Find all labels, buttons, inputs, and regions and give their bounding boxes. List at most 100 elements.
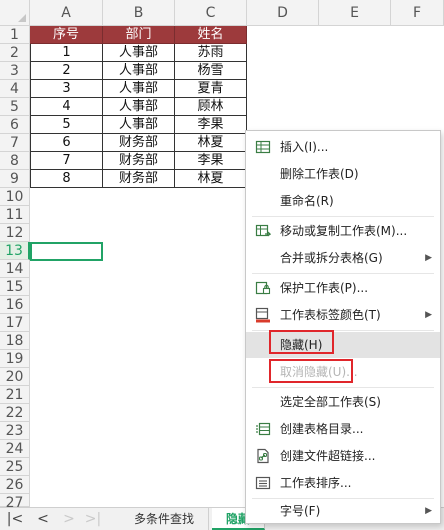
row-header[interactable]: 23: [0, 422, 30, 440]
menu-item-label: 删除工作表(D): [280, 167, 359, 181]
table-cell[interactable]: 人事部: [103, 98, 175, 116]
menu-item-rename[interactable]: 重命名(R): [246, 188, 440, 214]
table-cell[interactable]: 人事部: [103, 62, 175, 80]
menu-separator: [252, 330, 434, 331]
column-header-c[interactable]: C: [175, 0, 247, 26]
table-header-cell[interactable]: 序号: [30, 26, 103, 44]
protect-sheet-icon: [255, 281, 271, 295]
table-cell[interactable]: 杨雪: [175, 62, 247, 80]
last-sheet-button[interactable]: >|: [82, 508, 104, 530]
menu-item-move-copy[interactable]: 移动或复制工作表(M)...: [246, 218, 440, 244]
sheet-tab[interactable]: 多条件查找: [120, 508, 210, 530]
menu-item-label: 工作表标签颜色(T): [280, 308, 381, 322]
column-header-b[interactable]: B: [103, 0, 175, 26]
menu-item-font-size[interactable]: 字号(F) ▶: [246, 498, 440, 524]
menu-item-merge-split[interactable]: 合并或拆分表格(G) ▶: [246, 245, 440, 271]
sort-sheets-icon: [255, 476, 271, 490]
table-cell[interactable]: 2: [30, 62, 103, 80]
menu-item-insert[interactable]: 插入(I)...: [246, 134, 440, 160]
table-cell[interactable]: 3: [30, 80, 103, 98]
menu-item-label: 字号(F): [280, 504, 321, 518]
row-header[interactable]: 16: [0, 296, 30, 314]
table-cell[interactable]: 4: [30, 98, 103, 116]
row-header[interactable]: 22: [0, 404, 30, 422]
table-header-cell[interactable]: 姓名: [175, 26, 247, 44]
row-header[interactable]: 9: [0, 170, 30, 188]
table-cell[interactable]: 6: [30, 134, 103, 152]
table-cell[interactable]: 财务部: [103, 134, 175, 152]
row-header[interactable]: 2: [0, 44, 30, 62]
column-header-d[interactable]: D: [247, 0, 319, 26]
menu-item-protect-sheet[interactable]: 保护工作表(P)...: [246, 275, 440, 301]
active-cell-selection[interactable]: [30, 242, 103, 261]
menu-item-label: 创建文件超链接...: [280, 449, 376, 463]
menu-separator: [252, 216, 434, 217]
submenu-arrow-icon: ▶: [425, 310, 432, 320]
menu-item-select-all-sheets[interactable]: 选定全部工作表(S): [246, 389, 440, 415]
table-cell[interactable]: 人事部: [103, 44, 175, 62]
menu-item-label: 移动或复制工作表(M)...: [280, 224, 408, 238]
prev-sheet-button[interactable]: <: [32, 508, 54, 530]
column-header-a[interactable]: A: [30, 0, 103, 26]
row-header[interactable]: 20: [0, 368, 30, 386]
first-sheet-button[interactable]: |<: [4, 508, 26, 530]
table-cell[interactable]: 林夏: [175, 134, 247, 152]
table-cell[interactable]: 7: [30, 152, 103, 170]
row-header[interactable]: 24: [0, 440, 30, 458]
table-cell[interactable]: 李果: [175, 116, 247, 134]
table-cell[interactable]: 夏青: [175, 80, 247, 98]
row-header[interactable]: 12: [0, 224, 30, 242]
row-header[interactable]: 17: [0, 314, 30, 332]
menu-item-unhide[interactable]: 取消隐藏(U)...: [246, 359, 440, 385]
submenu-arrow-icon: ▶: [425, 253, 432, 263]
submenu-arrow-icon: ▶: [425, 506, 432, 516]
menu-item-create-directory[interactable]: 创建表格目录...: [246, 416, 440, 442]
row-header[interactable]: 3: [0, 62, 30, 80]
menu-item-tab-color[interactable]: 工作表标签颜色(T) ▶: [246, 302, 440, 328]
row-header-active[interactable]: 13: [0, 242, 30, 260]
row-header[interactable]: 26: [0, 476, 30, 494]
sheet-context-menu: 插入(I)... 删除工作表(D) 重命名(R) 移动或复制工作表(M)... …: [245, 130, 441, 524]
row-header[interactable]: 7: [0, 134, 30, 152]
table-cell[interactable]: 顾林: [175, 98, 247, 116]
column-header-f[interactable]: F: [391, 0, 444, 26]
row-header[interactable]: 15: [0, 278, 30, 296]
row-header[interactable]: 8: [0, 152, 30, 170]
table-cell[interactable]: 5: [30, 116, 103, 134]
row-header[interactable]: 4: [0, 80, 30, 98]
menu-item-label: 保护工作表(P)...: [280, 281, 369, 295]
row-header[interactable]: 10: [0, 188, 30, 206]
file-hyperlink-icon: [257, 448, 269, 464]
table-cell[interactable]: 李果: [175, 152, 247, 170]
menu-item-hide[interactable]: 隐藏(H): [246, 332, 440, 358]
table-cell[interactable]: 8: [30, 170, 103, 188]
row-header[interactable]: 6: [0, 116, 30, 134]
table-cell[interactable]: 人事部: [103, 116, 175, 134]
table-cell[interactable]: 林夏: [175, 170, 247, 188]
column-header-e[interactable]: E: [319, 0, 391, 26]
table-cell[interactable]: 1: [30, 44, 103, 62]
row-header[interactable]: 1: [0, 26, 30, 44]
table-cell[interactable]: 财务部: [103, 152, 175, 170]
row-header[interactable]: 19: [0, 350, 30, 368]
menu-item-label: 合并或拆分表格(G): [280, 251, 383, 265]
table-header-cell[interactable]: 部门: [103, 26, 175, 44]
menu-item-delete-sheet[interactable]: 删除工作表(D): [246, 161, 440, 187]
row-header[interactable]: 11: [0, 206, 30, 224]
table-cell[interactable]: 人事部: [103, 80, 175, 98]
row-header[interactable]: 21: [0, 386, 30, 404]
row-header[interactable]: 27: [0, 494, 30, 511]
row-header[interactable]: 18: [0, 332, 30, 350]
menu-item-sort-sheets[interactable]: 工作表排序...: [246, 470, 440, 496]
row-header[interactable]: 5: [0, 98, 30, 116]
menu-item-label: 插入(I)...: [280, 140, 329, 154]
menu-item-label: 重命名(R): [280, 194, 334, 208]
select-all-corner[interactable]: [0, 0, 30, 26]
menu-item-create-hyperlink[interactable]: 创建文件超链接...: [246, 443, 440, 469]
table-cell[interactable]: 财务部: [103, 170, 175, 188]
row-header[interactable]: 14: [0, 260, 30, 278]
tab-color-icon: [255, 307, 270, 323]
table-cell[interactable]: 苏雨: [175, 44, 247, 62]
next-sheet-button[interactable]: >: [58, 508, 80, 530]
row-header[interactable]: 25: [0, 458, 30, 476]
